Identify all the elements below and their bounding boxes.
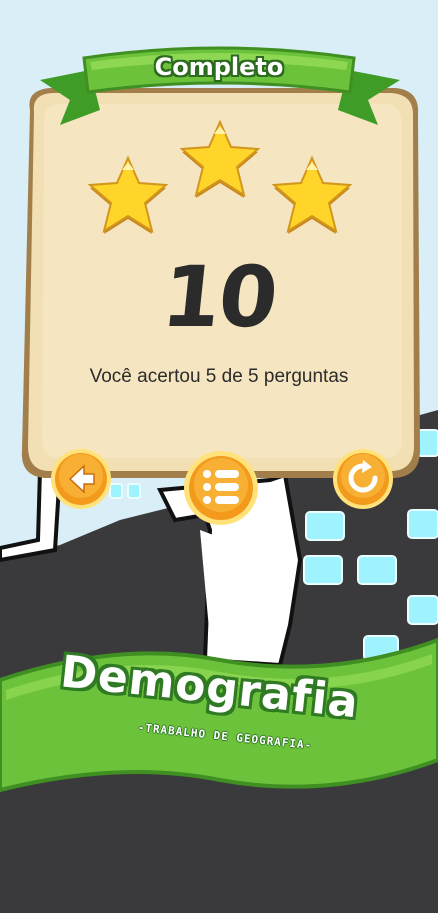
title-banner xyxy=(0,637,438,793)
